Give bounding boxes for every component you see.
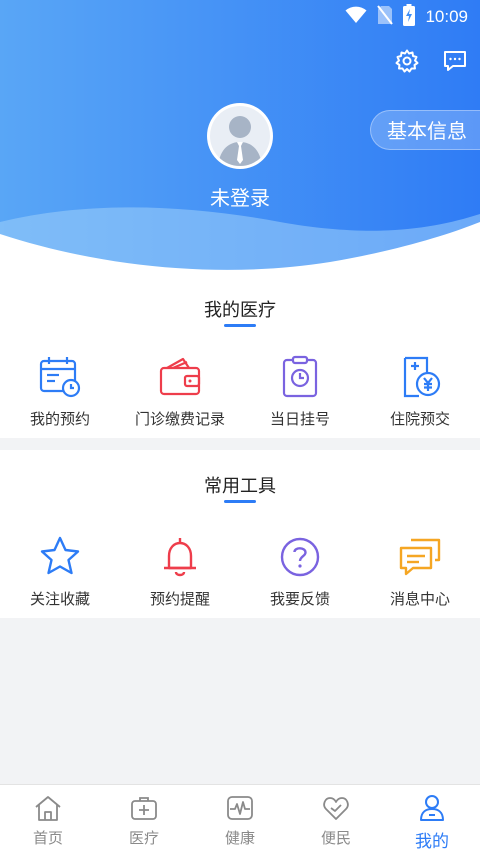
battery-charging-icon [403, 4, 416, 30]
grid-label: 住院预交 [389, 410, 450, 428]
title-underline [224, 324, 256, 327]
clipboard-clock-icon [277, 354, 323, 400]
bottom-tabbar: 首页 医疗 健康 便民 我的 [0, 784, 480, 853]
status-time: 10:09 [425, 7, 468, 26]
calendar-clock-icon [37, 354, 83, 400]
grid-label: 当日挂号 [269, 410, 330, 428]
home-icon [33, 793, 63, 823]
inpatient-deposit-item[interactable]: 住院预交 [360, 354, 480, 429]
profile-header: 10:09 未登录 基本信息 [0, 0, 480, 272]
star-icon [37, 534, 83, 580]
basic-info-button[interactable]: 基本信息 [370, 110, 480, 150]
appointment-reminder-item[interactable]: 预约提醒 [120, 534, 240, 609]
tab-mine[interactable]: 我的 [384, 785, 480, 853]
tab-label: 医疗 [128, 829, 159, 847]
tab-label: 健康 [224, 829, 255, 847]
medical-kit-icon [129, 793, 159, 823]
document-yuan-icon [397, 354, 443, 400]
tab-label: 便民 [320, 829, 351, 847]
tab-health[interactable]: 健康 [192, 785, 288, 853]
tab-home[interactable]: 首页 [0, 785, 96, 853]
question-icon [277, 534, 323, 580]
messages-icon [397, 534, 443, 580]
message-center-item[interactable]: 消息中心 [360, 534, 480, 609]
grid-label: 消息中心 [389, 590, 450, 608]
favorites-item[interactable]: 关注收藏 [0, 534, 120, 609]
my-appointments-item[interactable]: 我的预约 [0, 354, 120, 429]
heart-hand-icon [321, 793, 351, 823]
title-underline [224, 500, 256, 503]
section-title: 常用工具 [204, 476, 276, 497]
section-title: 我的医疗 [204, 300, 276, 321]
grid-label: 预约提醒 [149, 590, 210, 608]
outpatient-payment-item[interactable]: 门诊缴费记录 [120, 354, 240, 429]
tab-label: 我的 [415, 832, 449, 852]
wallet-icon [157, 354, 203, 400]
gear-icon[interactable] [394, 48, 420, 74]
tab-medical[interactable]: 医疗 [96, 785, 192, 853]
avatar[interactable] [207, 103, 273, 169]
no-sim-icon [377, 5, 394, 29]
feedback-item[interactable]: 我要反馈 [240, 534, 360, 609]
status-bar: 10:09 [0, 0, 480, 32]
bell-icon [157, 534, 203, 580]
heartbeat-icon [225, 793, 255, 823]
grid-label: 关注收藏 [29, 590, 90, 608]
grid-label: 我要反馈 [269, 590, 330, 608]
common-tools-section: 常用工具 关注收藏 预约提醒 我要反馈 消息中心 [0, 450, 480, 618]
wifi-icon [345, 6, 367, 28]
my-medical-section: 我的医疗 我的预约 门诊缴费记录 当日挂号 住院预交 [0, 272, 480, 438]
user-icon [417, 793, 447, 823]
tab-services[interactable]: 便民 [288, 785, 384, 853]
same-day-registration-item[interactable]: 当日挂号 [240, 354, 360, 429]
tab-label: 首页 [32, 829, 63, 847]
login-status[interactable]: 未登录 [0, 182, 480, 211]
grid-label: 我的预约 [29, 410, 90, 428]
chat-icon[interactable] [442, 48, 468, 74]
grid-label: 门诊缴费记录 [134, 410, 225, 428]
